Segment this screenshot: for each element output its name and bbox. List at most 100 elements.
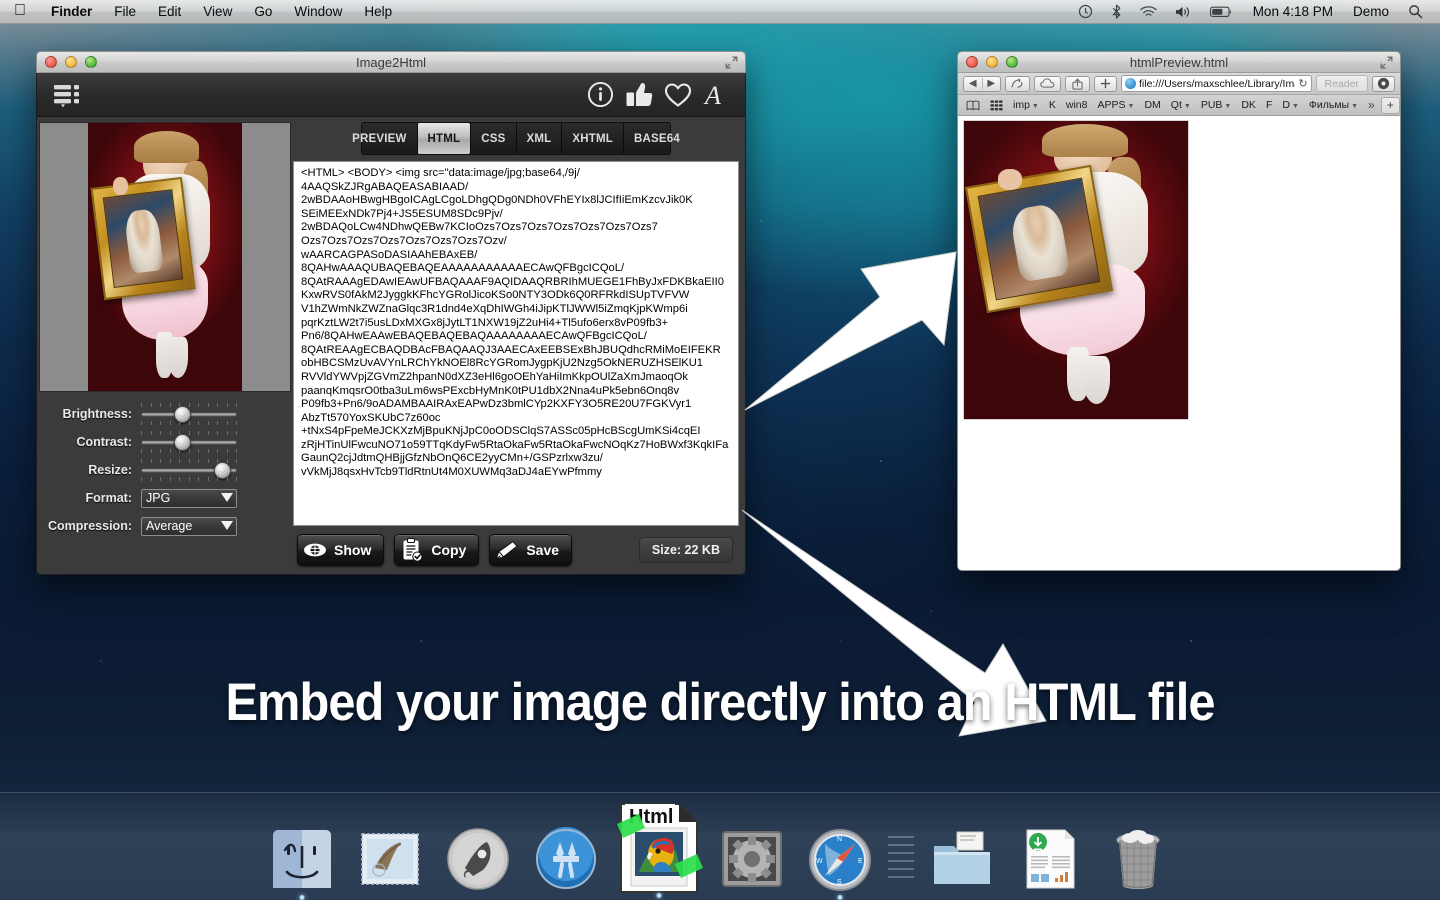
top-sites-icon[interactable]: [986, 99, 1007, 111]
contrast-slider[interactable]: [141, 431, 237, 453]
safari-fullscreen-icon[interactable]: [1380, 56, 1393, 69]
format-select[interactable]: JPG: [141, 488, 237, 508]
chevron-down-icon: ▼: [1291, 102, 1299, 110]
book-icon[interactable]: [962, 100, 984, 111]
dock-item-document[interactable]: [1006, 798, 1094, 894]
show-button[interactable]: Show: [297, 534, 385, 566]
new-tab-icon[interactable]: +: [1380, 96, 1400, 114]
list-menu-icon[interactable]: [53, 82, 83, 108]
add-bookmark-icon[interactable]: [1094, 75, 1117, 92]
tab-preview[interactable]: PREVIEW: [342, 123, 416, 154]
zoom-button[interactable]: [85, 56, 97, 68]
icloud-tabs-icon[interactable]: [1034, 75, 1061, 92]
brightness-slider[interactable]: [141, 403, 237, 425]
menu-item-help[interactable]: Help: [353, 4, 403, 19]
volume-icon[interactable]: [1166, 5, 1201, 19]
back-arrow-icon[interactable]: ◀: [964, 78, 983, 89]
menubar-user[interactable]: Demo: [1343, 4, 1399, 19]
control-row-contrast: Contrast:: [37, 428, 283, 456]
tab-xhtml[interactable]: XHTML: [561, 123, 623, 154]
chevron-down-icon: ▼: [1224, 102, 1232, 110]
bookmark-pub[interactable]: PUB ▼: [1197, 99, 1236, 111]
menu-item-go[interactable]: Go: [243, 4, 283, 19]
bookmark-dk[interactable]: DK: [1237, 99, 1260, 111]
reader-button[interactable]: Reader: [1315, 75, 1368, 92]
chevron-double-right-icon[interactable]: »: [1364, 98, 1379, 112]
dock-item-launchpad[interactable]: [434, 798, 522, 894]
apple-logo-icon[interactable]: : [0, 2, 40, 19]
safari-minimize-button[interactable]: [986, 56, 998, 68]
safari-body: ◀ ▶ file:///Users/maxschlee/Library/Imag…: [957, 73, 1401, 571]
safari-zoom-button[interactable]: [1006, 56, 1018, 68]
dock-item-mail[interactable]: [346, 798, 434, 894]
forward-arrow-icon[interactable]: ▶: [983, 78, 1001, 89]
tab-html[interactable]: HTML: [416, 123, 471, 154]
resize-slider[interactable]: [141, 459, 237, 481]
dock-item-downloads-folder[interactable]: [918, 798, 1006, 894]
bluetooth-icon[interactable]: [1102, 4, 1131, 19]
menu-item-window[interactable]: Window: [283, 4, 353, 19]
dock-item-app-store[interactable]: [522, 798, 610, 894]
bookmark-filmy[interactable]: Фильмы ▼: [1305, 99, 1362, 111]
dock-item-safari[interactable]: N S W E: [796, 798, 884, 900]
window-traffic-lights[interactable]: [37, 56, 97, 68]
menu-item-view[interactable]: View: [192, 4, 243, 19]
fullscreen-icon[interactable]: [725, 56, 738, 69]
safari-titlebar[interactable]: htmlPreview.html: [957, 51, 1401, 73]
copy-button-label: Copy: [431, 542, 467, 558]
copy-button[interactable]: Copy: [394, 534, 480, 566]
safari-back-forward[interactable]: ◀ ▶: [963, 75, 1001, 92]
reload-icon[interactable]: ↻: [1298, 77, 1307, 90]
safari-traffic-lights[interactable]: [958, 56, 1018, 68]
bookmark-f[interactable]: F: [1262, 99, 1276, 111]
bookmark-qt[interactable]: Qt ▼: [1167, 99, 1195, 111]
history-icon[interactable]: [1005, 75, 1030, 92]
tab-xml[interactable]: XML: [515, 123, 562, 154]
bookmark-win8[interactable]: win8: [1062, 99, 1092, 111]
dock: Html N S W E: [0, 792, 1440, 900]
menubar-clock[interactable]: Mon 4:18 PM: [1243, 4, 1343, 19]
wifi-icon[interactable]: [1131, 5, 1166, 18]
thumbs-up-icon[interactable]: [625, 81, 653, 108]
share-icon[interactable]: [1065, 75, 1090, 92]
menu-item-edit[interactable]: Edit: [147, 4, 192, 19]
battery-icon[interactable]: [1201, 6, 1243, 18]
clipboard-check-icon: [395, 535, 429, 565]
app-window-titlebar[interactable]: Image2Html: [36, 51, 746, 73]
bookmark-imp[interactable]: imp ▼: [1009, 99, 1043, 111]
close-button[interactable]: [45, 56, 57, 68]
bookmark-dm[interactable]: DM: [1140, 99, 1164, 111]
minimize-button[interactable]: [65, 56, 77, 68]
downloads-icon[interactable]: [1372, 75, 1395, 92]
bookmark-d[interactable]: D ▼: [1278, 99, 1303, 111]
save-button[interactable]: Save: [489, 534, 573, 566]
compression-select[interactable]: Average: [141, 516, 237, 536]
left-pane: Brightness: Contrast: Resize: Format: JP…: [37, 117, 293, 574]
tab-css[interactable]: CSS: [470, 123, 515, 154]
address-bar[interactable]: file:///Users/maxschlee/Library/Image2 ↻: [1121, 75, 1312, 92]
safari-close-button[interactable]: [966, 56, 978, 68]
dock-item-image2html[interactable]: Html: [610, 798, 708, 898]
time-machine-icon[interactable]: [1069, 4, 1102, 19]
dock-item-finder[interactable]: [258, 798, 346, 900]
bookmark-apps[interactable]: APPS ▼: [1093, 99, 1138, 111]
svg-text:E: E: [858, 858, 863, 865]
image-preview-box[interactable]: [39, 122, 291, 392]
control-row-compression: Compression: Average: [37, 512, 283, 540]
app-toolbar: A: [37, 73, 745, 117]
dock-item-trash[interactable]: [1094, 798, 1182, 894]
menu-item-finder[interactable]: Finder: [40, 4, 103, 19]
info-circle-icon[interactable]: [587, 81, 614, 108]
safari-page-content[interactable]: [958, 116, 1400, 570]
font-letter-a-icon[interactable]: A: [703, 81, 729, 108]
menu-item-file[interactable]: File: [103, 4, 147, 19]
tab-base64[interactable]: BASE64: [622, 123, 690, 154]
dock-item-system-preferences[interactable]: [708, 798, 796, 894]
safari-window[interactable]: htmlPreview.html ◀ ▶ file:///Users/maxsc…: [957, 51, 1401, 571]
bookmark-k[interactable]: K: [1045, 99, 1060, 111]
image2html-window[interactable]: Image2Html A Brightness: Contrast: Resiz…: [36, 51, 746, 575]
spotlight-search-icon[interactable]: [1399, 4, 1432, 19]
show-button-label: Show: [334, 542, 372, 558]
code-output-area[interactable]: <HTML> <BODY> <img src="data:image/jpg;b…: [293, 161, 739, 526]
heart-icon[interactable]: [664, 82, 692, 108]
